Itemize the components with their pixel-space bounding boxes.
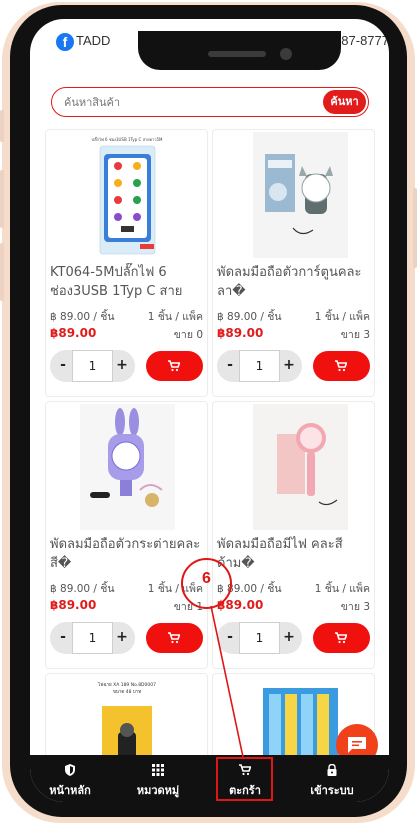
- search-button[interactable]: ค้นหา: [323, 90, 366, 114]
- phone-side-button: [0, 110, 4, 142]
- cart-icon: [335, 632, 347, 644]
- add-to-cart-button[interactable]: [146, 351, 203, 381]
- sold-count: ขาย 3: [340, 329, 370, 341]
- cart-icon: [335, 360, 347, 372]
- decrement-button[interactable]: -: [52, 622, 74, 654]
- add-to-cart-button[interactable]: [313, 623, 370, 653]
- nav-login[interactable]: เข้าระบบ: [292, 755, 372, 802]
- add-to-cart-button[interactable]: [146, 623, 203, 653]
- nav-label: หน้าหลัก: [49, 784, 91, 797]
- increment-button[interactable]: +: [111, 622, 133, 654]
- lock-icon: [327, 764, 337, 776]
- decrement-button[interactable]: -: [219, 622, 241, 654]
- facebook-icon[interactable]: f: [56, 33, 74, 51]
- product-grid: ปลั๊กไฟ 6 ช่อง3USB 1Typ C สายยาว5M KT064…: [30, 129, 389, 776]
- quantity-stepper: - +: [50, 622, 135, 654]
- cart-icon: [168, 360, 180, 372]
- svg-text:ปลั๊กไฟ 6 ช่อง3USB 1Typ C สายย: ปลั๊กไฟ 6 ช่อง3USB 1Typ C สายยาว5M: [92, 136, 163, 142]
- grid-icon: [152, 764, 164, 776]
- decrement-button[interactable]: -: [219, 350, 241, 382]
- pack-size: 1 ชิ้น / แพ็ค: [314, 583, 370, 595]
- nav-label: หมวดหมู่: [136, 784, 180, 797]
- search-input[interactable]: [64, 94, 304, 110]
- product-price: ฿89.00: [217, 326, 264, 340]
- chat-icon: [348, 737, 366, 753]
- annotation-highlight-box: [216, 757, 273, 801]
- product-title[interactable]: พัดลมมือถือตัวการ์ตูนคละลา�: [217, 263, 373, 305]
- quantity-input[interactable]: [72, 622, 113, 654]
- cart-icon: [168, 632, 180, 644]
- quantity-input[interactable]: [239, 350, 280, 382]
- product-card[interactable]: ปลั๊กไฟ 6 ช่อง3USB 1Typ C สายยาว5M KT064…: [45, 129, 208, 397]
- sold-count: ขาย 3: [340, 601, 370, 613]
- product-image-cartoon-fan[interactable]: [253, 132, 348, 258]
- search-bar: ค้นหา: [51, 87, 369, 117]
- quantity-input[interactable]: [239, 622, 280, 654]
- product-card[interactable]: พัดลมมือถือตัวกระต่ายคละสี� ฿ 89.00 / ชิ…: [45, 401, 208, 669]
- pack-size: 1 ชิ้น / แพ็ค: [314, 311, 370, 323]
- camera-icon: [280, 48, 292, 60]
- quantity-stepper: - +: [217, 622, 302, 654]
- phone-notch: [138, 31, 341, 70]
- unit-price: ฿ 89.00 / ชิ้น: [50, 311, 115, 323]
- phone-side-button: [0, 243, 4, 301]
- svg-text:ขนาด 48 บาท: ขนาด 48 บาท: [113, 689, 142, 695]
- bottom-navigation: หน้าหลัก หมวดหมู่ ตะกร้า เข้าระบบ: [30, 755, 389, 802]
- nav-categories[interactable]: หมวดหมู่: [118, 755, 198, 802]
- product-price: ฿89.00: [50, 598, 97, 612]
- product-title[interactable]: KT064-5Mปลั๊กไฟ 6 ช่อง3USB 1Typ C สายยาว…: [50, 263, 206, 305]
- increment-button[interactable]: +: [278, 350, 300, 382]
- increment-button[interactable]: +: [278, 622, 300, 654]
- product-card[interactable]: พัดลมมือถือตัวการ์ตูนคละลา� ฿ 89.00 / ชิ…: [212, 129, 375, 397]
- phone-side-button: [0, 170, 4, 228]
- product-card[interactable]: พัดลมมือถือมีไฟ คละสี ด้าม� ฿ 89.00 / ชิ…: [212, 401, 375, 669]
- add-to-cart-button[interactable]: [313, 351, 370, 381]
- annotation-step-number: 6: [202, 570, 211, 587]
- svg-text:ไฟฉาย XA 189 No.8D0007: ไฟฉาย XA 189 No.8D0007: [97, 682, 156, 688]
- unit-price: ฿ 89.00 / ชิ้น: [217, 311, 282, 323]
- nav-home[interactable]: หน้าหลัก: [30, 755, 110, 802]
- product-image-rabbit-fan[interactable]: [80, 404, 175, 530]
- app-screen: f TADD -687-8777 ค้นหา ปลั๊กไฟ 6 ช่อง3US…: [30, 19, 389, 802]
- phone-side-button: [413, 188, 417, 268]
- increment-button[interactable]: +: [111, 350, 133, 382]
- quantity-stepper: - +: [50, 350, 135, 382]
- shield-icon: [65, 764, 75, 776]
- quantity-input[interactable]: [72, 350, 113, 382]
- speaker-grille: [208, 51, 266, 57]
- product-image-power-strip[interactable]: ปลั๊กไฟ 6 ช่อง3USB 1Typ C สายยาว5M: [80, 132, 175, 258]
- brand-name[interactable]: TADD: [76, 33, 110, 48]
- nav-label: เข้าระบบ: [310, 784, 354, 797]
- unit-price: ฿ 89.00 / ชิ้น: [50, 583, 115, 595]
- decrement-button[interactable]: -: [52, 350, 74, 382]
- product-title[interactable]: พัดลมมือถือมีไฟ คละสี ด้าม�: [217, 535, 373, 577]
- sold-count: ขาย 0: [173, 329, 203, 341]
- pack-size: 1 ชิ้น / แพ็ค: [147, 311, 203, 323]
- quantity-stepper: - +: [217, 350, 302, 382]
- annotation-step-marker: 6: [181, 558, 232, 609]
- product-image-pink-fan[interactable]: [253, 404, 348, 530]
- product-price: ฿89.00: [50, 326, 97, 340]
